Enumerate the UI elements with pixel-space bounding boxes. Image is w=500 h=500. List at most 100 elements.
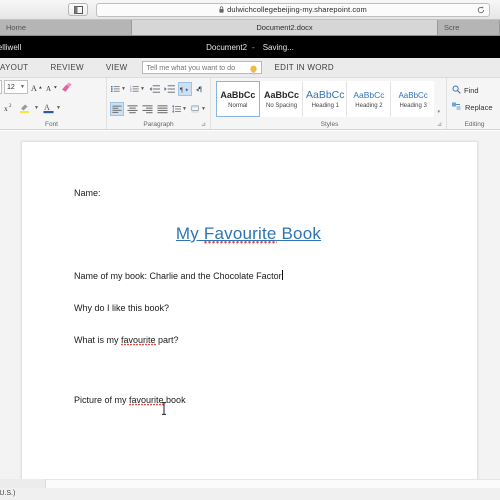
tab-review[interactable]: REVIEW bbox=[39, 58, 94, 78]
document-title: Document2 bbox=[206, 42, 248, 52]
doc-q2-prefix: What is my bbox=[74, 335, 122, 345]
style-heading-2-label: Heading 2 bbox=[355, 102, 383, 109]
chevron-down-icon[interactable]: ▼ bbox=[34, 105, 39, 111]
paragraph-dialog-launcher[interactable]: ⊿ bbox=[201, 121, 206, 128]
svg-text:A: A bbox=[46, 85, 51, 93]
doc-book-value: Charlie and the Chocolate Factor bbox=[149, 271, 282, 281]
doc-q3-prefix: Picture of my bbox=[74, 395, 130, 405]
doc-title-prefix: My bbox=[175, 224, 204, 243]
doc-paragraph-book: Name of my book: Charlie and the Chocola… bbox=[74, 270, 477, 283]
align-left-icon[interactable] bbox=[110, 101, 125, 116]
find-button[interactable]: Find bbox=[452, 83, 497, 98]
office-title-bar: Helliwell Document2-Saving... bbox=[0, 36, 500, 58]
tab-strip: Home Document2.docx Scre bbox=[0, 20, 500, 36]
style-heading-2[interactable]: AaBbCc Heading 2 bbox=[347, 81, 391, 117]
doc-title-misspelled: Favourite bbox=[203, 224, 277, 244]
justify-icon[interactable] bbox=[156, 102, 169, 116]
doc-paragraph-name: Name: bbox=[74, 188, 101, 198]
reload-icon[interactable] bbox=[477, 5, 485, 14]
font-size-value: 12 bbox=[7, 83, 15, 91]
decrease-indent-icon[interactable] bbox=[148, 82, 161, 96]
style-normal-sample: AaBbCc bbox=[220, 89, 256, 100]
address-bar-text: dulwichcollegebeijing-my.sharepoint.com bbox=[227, 5, 367, 14]
style-no-spacing[interactable]: AaBbCc No Spacing bbox=[259, 81, 304, 117]
document-page[interactable]: Name: My Favourite Book Name of my book:… bbox=[21, 141, 478, 486]
tab-view[interactable]: VIEW bbox=[95, 58, 139, 78]
styles-gallery-more-button[interactable]: ▾ bbox=[434, 81, 443, 117]
svg-text:A: A bbox=[31, 84, 37, 93]
language-indicator[interactable]: (U.S.) bbox=[0, 490, 15, 497]
tab-layout[interactable]: AYOUT bbox=[0, 58, 39, 78]
browser-tab-screen[interactable]: Scre bbox=[438, 20, 500, 35]
increase-indent-icon[interactable] bbox=[163, 82, 176, 96]
chevron-down-icon[interactable]: ▼ bbox=[140, 86, 145, 92]
line-spacing-icon[interactable]: ▼ bbox=[171, 102, 188, 116]
style-normal[interactable]: AaBbCc Normal bbox=[216, 81, 260, 117]
left-to-right-icon[interactable]: ¶ bbox=[177, 82, 192, 96]
document-title-group: Document2- Saving... bbox=[0, 43, 500, 52]
style-heading-1[interactable]: AaBbCc Heading 1 bbox=[303, 81, 348, 117]
shrink-font-button[interactable]: A bbox=[45, 80, 58, 94]
text-cursor bbox=[281, 270, 283, 280]
ribbon-group-font-label: Font bbox=[44, 121, 58, 128]
styles-label-text: Styles bbox=[320, 121, 339, 128]
account-name[interactable]: Helliwell bbox=[0, 43, 21, 52]
bullet-list-icon[interactable]: ▼ bbox=[110, 82, 127, 96]
replace-button[interactable]: Replace bbox=[452, 100, 497, 115]
chevron-down-icon[interactable]: ▼ bbox=[182, 106, 187, 112]
doc-heading-title: My Favourite Book bbox=[74, 224, 423, 244]
style-heading-2-sample: AaBbCc bbox=[353, 89, 385, 100]
ribbon-group-editing-label: Editing bbox=[464, 121, 485, 128]
style-no-spacing-label: No Spacing bbox=[266, 102, 298, 109]
status-bar-strip bbox=[0, 479, 500, 488]
ribbon: ▼ 12▼ A A U abc bbox=[0, 78, 500, 130]
find-label: Find bbox=[464, 86, 479, 95]
chevron-down-icon[interactable]: ▼ bbox=[201, 106, 206, 112]
doc-paragraph-q3: Picture of my favourite book bbox=[74, 394, 477, 407]
document-canvas[interactable]: Name: My Favourite Book Name of my book:… bbox=[0, 131, 500, 486]
browser-tab-home[interactable]: Home bbox=[0, 20, 132, 35]
ribbon-group-styles-label: Styles ⊿ bbox=[216, 121, 443, 129]
font-size-combo[interactable]: 12 ▼ bbox=[4, 80, 28, 94]
document-body[interactable]: Name: My Favourite Book Name of my book:… bbox=[22, 142, 477, 407]
numbered-list-icon[interactable]: 1 2 3 ▼ bbox=[129, 82, 146, 96]
replace-label: Replace bbox=[465, 103, 493, 112]
align-right-icon[interactable] bbox=[141, 102, 154, 116]
sidebar-toggle-icon[interactable] bbox=[68, 3, 88, 16]
browser-tab-screen-label: Scre bbox=[444, 23, 460, 32]
doc-q2-suffix: part? bbox=[155, 335, 179, 345]
grow-font-button[interactable]: A bbox=[30, 80, 43, 94]
right-to-left-icon[interactable]: ¶ bbox=[194, 82, 207, 96]
ribbon-group-editing: Find Replace Editing bbox=[447, 78, 500, 129]
doc-book-label: Name of my book: bbox=[74, 271, 150, 281]
tell-me-input[interactable] bbox=[146, 63, 259, 72]
chevron-down-icon[interactable]: ▼ bbox=[20, 84, 25, 90]
doc-paragraph-q1: Why do I like this book? bbox=[74, 303, 170, 313]
style-heading-1-label: Heading 1 bbox=[311, 102, 339, 109]
browser-tab-home-label: Home bbox=[6, 23, 27, 32]
svg-text:2: 2 bbox=[9, 104, 12, 109]
ribbon-group-styles: AaBbCc Normal AaBbCc No Spacing AaBbCc H… bbox=[211, 78, 447, 129]
browser-tab-document2[interactable]: Document2.docx bbox=[132, 20, 438, 35]
doc-q3-misspelled: favourite bbox=[129, 395, 164, 406]
font-name-combo[interactable]: ▼ bbox=[0, 80, 2, 94]
address-bar[interactable]: dulwichcollegebeijing-my.sharepoint.com bbox=[96, 2, 490, 17]
style-heading-3-sample: AaBbCc bbox=[398, 90, 428, 100]
text-highlight-button[interactable]: ▼ bbox=[18, 101, 40, 115]
styles-dialog-launcher[interactable]: ⊿ bbox=[437, 121, 442, 128]
svg-text:¶: ¶ bbox=[180, 87, 183, 94]
tell-me-box[interactable] bbox=[142, 61, 263, 75]
svg-text:A: A bbox=[44, 103, 50, 112]
svg-text:x: x bbox=[4, 104, 8, 113]
font-color-button[interactable]: A ▼ bbox=[42, 101, 62, 115]
chevron-down-icon[interactable]: ▼ bbox=[121, 86, 126, 92]
align-center-icon[interactable] bbox=[126, 102, 139, 116]
style-heading-3[interactable]: AaBbCc Heading 3 bbox=[390, 81, 435, 117]
superscript-button[interactable]: x2 bbox=[2, 101, 16, 115]
lock-icon bbox=[219, 6, 224, 13]
shading-icon[interactable]: ▼ bbox=[190, 102, 207, 116]
svg-text:¶: ¶ bbox=[199, 85, 203, 94]
edit-in-word-button[interactable]: EDIT IN WORD bbox=[268, 63, 339, 72]
clear-formatting-icon[interactable] bbox=[60, 80, 74, 94]
chevron-down-icon[interactable]: ▼ bbox=[56, 105, 61, 111]
